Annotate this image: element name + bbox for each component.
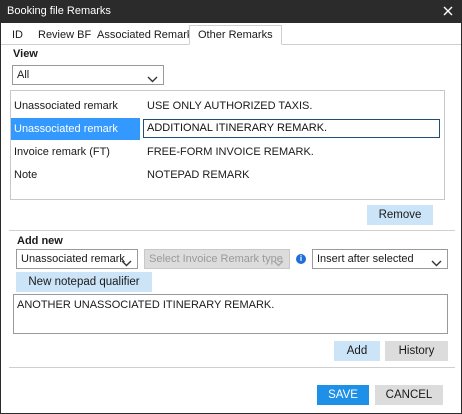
view-filter-value: All — [17, 69, 30, 81]
remark-type: Unassociated remark — [14, 100, 118, 112]
invoice-remark-type-select: Select Invoice Remark type — [144, 249, 290, 269]
chevron-down-icon — [273, 255, 284, 273]
close-icon[interactable] — [439, 2, 457, 20]
section-divider — [9, 230, 455, 231]
chevron-down-icon — [431, 255, 442, 273]
remove-button[interactable]: Remove — [367, 205, 433, 225]
cancel-button[interactable]: CANCEL — [375, 385, 443, 405]
tab-review-bf[interactable]: Review BF — [38, 26, 91, 45]
insert-position-select[interactable]: Insert after selected — [312, 249, 448, 269]
remark-text: FREE-FORM INVOICE REMARK. — [147, 146, 314, 158]
remark-type: Note — [14, 169, 38, 181]
view-filter-select[interactable]: All — [12, 65, 164, 85]
chevron-down-icon — [147, 71, 158, 89]
remark-type: Unassociated remark — [11, 118, 140, 140]
remark-type: Invoice remark (FT) — [14, 146, 110, 158]
tab-bar: ID Review BF Associated Remarks Other Re… — [1, 23, 461, 45]
list-item[interactable]: Note NOTEPAD REMARK — [11, 164, 444, 186]
booking-remarks-dialog: Booking file Remarks ID Review BF Associ… — [0, 0, 462, 414]
insert-position-value: Insert after selected — [317, 253, 414, 265]
add-new-heading: Add new — [17, 235, 63, 247]
tab-id[interactable]: ID — [12, 26, 23, 45]
tab-associated-remarks[interactable]: Associated Remarks — [97, 26, 198, 45]
remark-edit-field[interactable]: ADDITIONAL ITINERARY REMARK. — [143, 119, 440, 138]
title-bar: Booking file Remarks — [1, 1, 461, 23]
view-heading: View — [13, 48, 38, 60]
new-notepad-qualifier-button[interactable]: New notepad qualifier — [16, 272, 152, 292]
history-button[interactable]: History — [385, 341, 448, 361]
save-button[interactable]: SAVE — [317, 385, 369, 405]
remark-text: USE ONLY AUTHORIZED TAXIS. — [147, 100, 313, 112]
remarks-list: Unassociated remark USE ONLY AUTHORIZED … — [10, 90, 445, 200]
footer-divider — [9, 367, 455, 368]
remark-text: NOTEPAD REMARK — [147, 169, 250, 181]
remark-type-value: Unassociated remark — [21, 253, 125, 265]
list-item-selected[interactable]: Unassociated remark ADDITIONAL ITINERARY… — [11, 118, 444, 140]
add-button[interactable]: Add — [334, 341, 380, 361]
tab-other-remarks[interactable]: Other Remarks — [189, 25, 282, 45]
list-item[interactable]: Unassociated remark USE ONLY AUTHORIZED … — [11, 95, 444, 117]
window-title: Booking file Remarks — [7, 5, 111, 17]
info-icon[interactable]: i — [296, 254, 306, 264]
invoice-remark-type-placeholder: Select Invoice Remark type — [149, 253, 283, 265]
list-item[interactable]: Invoice remark (FT) FREE-FORM INVOICE RE… — [11, 141, 444, 163]
remark-text-input[interactable]: ANOTHER UNASSOCIATED ITINERARY REMARK. — [13, 294, 448, 334]
remark-type-select[interactable]: Unassociated remark — [16, 249, 138, 269]
chevron-down-icon — [121, 255, 132, 273]
